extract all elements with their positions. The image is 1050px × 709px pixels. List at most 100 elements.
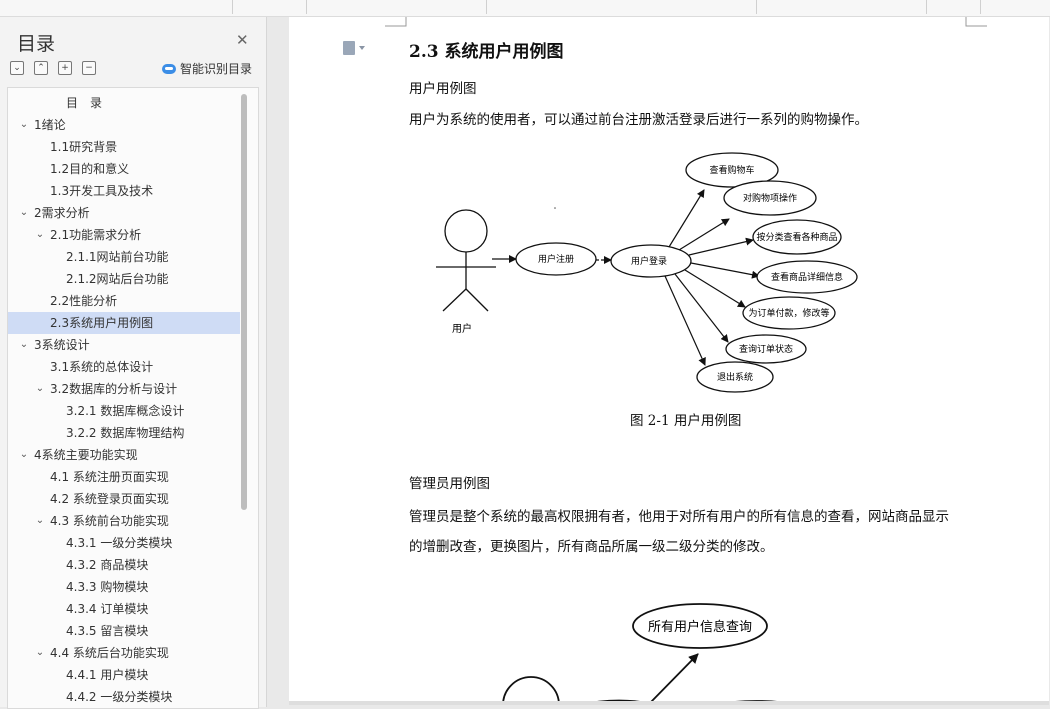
toc-item-label: 4.3 系统前台功能实现 [50, 514, 169, 528]
toc-scrollbar[interactable] [241, 94, 247, 510]
login-arrow [664, 275, 706, 366]
toc-item[interactable]: 2.1.2网站后台功能 [8, 268, 240, 290]
close-icon[interactable]: ✕ [236, 31, 249, 49]
toc-item[interactable]: 1.1研究背景 [8, 136, 240, 158]
toc-item-label: 4.4 系统后台功能实现 [50, 646, 169, 660]
chevron-down-icon[interactable]: ⌄ [34, 224, 46, 246]
document-area: 2.3 系统用户用例图 用户用例图 用户为系统的使用者，可以通过前台注册激活登录… [267, 17, 1050, 707]
toc-item[interactable]: 1.2目的和意义 [8, 158, 240, 180]
toc-item-label: 4.4.1 用户模块 [66, 668, 149, 682]
smart-toc-button[interactable]: 智能识别目录 [162, 60, 252, 77]
toolbar-divider [926, 0, 927, 14]
toc-item-label: 目 录 [66, 96, 103, 110]
toc-item[interactable]: ⌄ 2.1功能需求分析 [8, 224, 240, 246]
toc-item[interactable]: 4.3.2 商品模块 [8, 554, 240, 576]
toc-item-label: 2.2性能分析 [50, 294, 118, 308]
toc-item[interactable]: 1.3开发工具及技术 [8, 180, 240, 202]
collapse-all-icon[interactable]: ⌃ [34, 61, 48, 75]
actor-leg [465, 288, 489, 312]
toc-item-label: 2.1.2网站后台功能 [66, 272, 169, 286]
use-case-group: 查看购物车对购物项操作按分类查看各种商品查看商品详细信息为订单付款，修改等查询订… [685, 152, 858, 393]
toolbar-divider [306, 0, 307, 14]
login-arrow [690, 262, 760, 279]
toc-item-label: 4.3.5 留言模块 [66, 624, 149, 638]
toolbar-divider [232, 0, 233, 14]
actor-leg [442, 288, 467, 312]
toc-item[interactable]: ⌄ 2需求分析 [8, 202, 240, 224]
toc-item-label: 3.2.2 数据库物理结构 [66, 426, 185, 440]
toc-item-label: 3.1系统的总体设计 [50, 360, 154, 374]
chevron-down-icon[interactable]: ⌄ [34, 378, 46, 400]
ai-icon [162, 64, 176, 74]
horizontal-scrollbar[interactable] [289, 701, 1049, 705]
toc-item[interactable]: 4.3.3 购物模块 [8, 576, 240, 598]
page-corner-mark [385, 17, 407, 27]
toc-item[interactable]: 2.1.1网站前台功能 [8, 246, 240, 268]
use-case-label: 查看购物车 [709, 164, 754, 176]
figure-caption: 图 2-1 用户用例图 [630, 413, 742, 429]
toc-item-label: 1.1研究背景 [50, 140, 118, 154]
toc-item-label: 4.3.2 商品模块 [66, 558, 149, 572]
admin-query-label: 所有用户信息查询 [648, 619, 752, 635]
admin-use-case-diagram: 所有用户信息查询 [502, 603, 800, 705]
expand-all-icon[interactable]: ⌄ [10, 61, 24, 75]
admin-paragraph: 管理员是整个系统的最高权限拥有者，他用于对所有用户的所有信息的查看，网站商品显示 [409, 509, 949, 525]
admin-paragraph: 的增删改查，更换图片，所有商品所属一级二级分类的修改。 [409, 539, 774, 555]
remove-heading-icon[interactable]: − [82, 61, 96, 75]
toc-item-label: 4.3.3 购物模块 [66, 580, 149, 594]
toc-item-label: 2.1功能需求分析 [50, 228, 142, 242]
toc-item[interactable]: ⌄ 1绪论 [8, 114, 240, 136]
toc-item-label: 2.3系统用户用例图 [50, 316, 154, 330]
toc-item[interactable]: 3.2.1 数据库概念设计 [8, 400, 240, 422]
toc-item[interactable]: 4.4.2 一级分类模块 [8, 686, 240, 708]
toc-item-label: 1.2目的和意义 [50, 162, 130, 176]
add-heading-icon[interactable]: + [58, 61, 72, 75]
chevron-down-icon[interactable]: ⌄ [18, 114, 30, 136]
toc-item-label: 3系统设计 [34, 338, 90, 352]
toc-item[interactable]: ⌄ 3.2数据库的分析与设计 [8, 378, 240, 400]
toc-item-label: 4.4.2 一级分类模块 [66, 690, 173, 704]
toc-item[interactable]: 3.2.2 数据库物理结构 [8, 422, 240, 444]
toc-item-label: 4.2 系统登录页面实现 [50, 492, 169, 506]
page-corner-mark [965, 17, 987, 27]
toc-item[interactable]: 4.2 系统登录页面实现 [8, 488, 240, 510]
toc-item[interactable]: ⌄ 3系统设计 [8, 334, 240, 356]
toc-pane: 目录 ✕ ⌄ ⌃ + − 智能识别目录 目 录 ⌄ 1绪论 1.1研究背景 1.2目的和… [0, 17, 267, 709]
toc-tree: 目 录 ⌄ 1绪论 1.1研究背景 1.2目的和意义 1.3开发工具及技术 ⌄ 2需求分析 ⌄ 2… [7, 87, 259, 709]
toc-item[interactable]: 4.3.1 一级分类模块 [8, 532, 240, 554]
document-outline-icon[interactable] [343, 41, 365, 55]
document-page: 2.3 系统用户用例图 用户用例图 用户为系统的使用者，可以通过前台注册激活登录… [289, 17, 1049, 705]
chevron-down-icon[interactable]: ⌄ [18, 444, 30, 466]
chevron-down-icon[interactable]: ⌄ [34, 642, 46, 664]
toc-item[interactable]: ⌄ 4.3 系统前台功能实现 [8, 510, 240, 532]
chevron-down-icon[interactable]: ⌄ [34, 510, 46, 532]
toc-item-label: 4.3.4 订单模块 [66, 602, 149, 616]
toc-item[interactable]: ⌄ 4.4 系统后台功能实现 [8, 642, 240, 664]
chevron-down-icon[interactable]: ⌄ [18, 334, 30, 356]
toc-item[interactable]: 4.1 系统注册页面实现 [8, 466, 240, 488]
toc-item[interactable]: 4.3.4 订单模块 [8, 598, 240, 620]
use-case-label: 查看商品详细信息 [771, 271, 843, 283]
toc-item[interactable]: 2.3系统用户用例图 [8, 312, 240, 334]
use-case-label: 退出系统 [717, 371, 753, 383]
login-arrow [688, 237, 754, 256]
admin-arrow [648, 653, 699, 705]
toc-item[interactable]: 4.4.1 用户模块 [8, 664, 240, 686]
use-case-label: 查询订单状态 [739, 343, 793, 355]
toolbar-divider [756, 0, 757, 14]
chevron-down-icon[interactable]: ⌄ [18, 202, 30, 224]
toc-pane-title: 目录 [17, 33, 56, 55]
toc-item[interactable]: ⌄ 4系统主要功能实现 [8, 444, 240, 466]
toc-item[interactable]: 3.1系统的总体设计 [8, 356, 240, 378]
toc-item[interactable]: 目 录 [8, 92, 240, 114]
user-subtitle: 用户用例图 [409, 81, 477, 97]
actor-head [444, 209, 488, 253]
toc-item[interactable]: 4.3.5 留言模块 [8, 620, 240, 642]
toc-item-label: 2需求分析 [34, 206, 90, 220]
toc-item-label: 1.3开发工具及技术 [50, 184, 154, 198]
user-paragraph: 用户为系统的使用者，可以通过前台注册激活登录后进行一系列的购物操作。 [409, 112, 868, 128]
toc-item-label: 3.2.1 数据库概念设计 [66, 404, 185, 418]
toc-item-label: 2.1.1网站前台功能 [66, 250, 169, 264]
toc-item[interactable]: 2.2性能分析 [8, 290, 240, 312]
toc-item-label: 4.1 系统注册页面实现 [50, 470, 169, 484]
